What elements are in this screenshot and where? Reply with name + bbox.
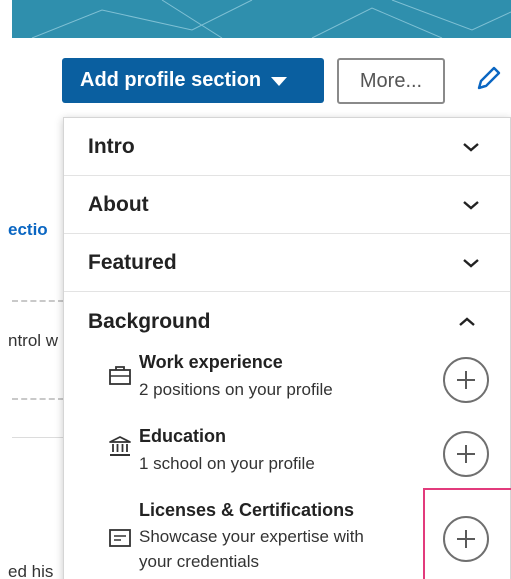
add-profile-section-button[interactable]: Add profile section: [62, 58, 324, 103]
section-link-fragment[interactable]: ectio: [8, 220, 48, 240]
background-item-education: Education 1 school on your profile: [64, 424, 510, 486]
bottom-text-fragment: ed his: [8, 562, 54, 579]
dashed-divider: [12, 300, 64, 302]
item-title: Work experience: [139, 352, 283, 372]
chevron-down-icon: [463, 200, 479, 210]
add-profile-section-label: Add profile section: [80, 69, 262, 91]
background-section-header[interactable]: Background: [88, 310, 211, 334]
banner-pattern: [31, 0, 511, 38]
section-label: About: [88, 192, 149, 216]
briefcase-icon: [109, 366, 131, 385]
divider: [12, 437, 64, 438]
pencil-icon[interactable]: [474, 64, 502, 94]
item-subtitle: 1 school on your profile: [139, 454, 315, 473]
item-title: Education: [139, 426, 227, 446]
dropdown-section-featured[interactable]: Featured: [64, 234, 510, 292]
item-subtitle: 2 positions on your profile: [139, 380, 333, 399]
dashed-divider: [12, 398, 64, 400]
dropdown-section-about[interactable]: About: [64, 176, 510, 234]
profile-banner: [12, 0, 511, 38]
section-label: Featured: [88, 250, 177, 274]
chevron-down-icon: [463, 142, 479, 152]
section-label: Intro: [88, 134, 135, 158]
certificate-icon: [109, 529, 131, 547]
dropdown-section-intro[interactable]: Intro: [64, 118, 510, 176]
item-subtitle: Showcase your expertise with: [139, 527, 364, 546]
item-title: Licenses & Certifications: [139, 500, 355, 520]
chevron-up-icon[interactable]: [458, 316, 476, 328]
background-item-work-experience: Work experience 2 positions on your prof…: [64, 350, 510, 412]
school-icon: [109, 436, 131, 456]
add-education-button[interactable]: [443, 431, 489, 477]
more-button[interactable]: More...: [337, 58, 445, 104]
caret-down-icon: [271, 77, 288, 86]
control-text-fragment: ntrol w: [8, 331, 59, 350]
highlight-box: [423, 488, 511, 579]
item-subtitle: your credentials: [139, 552, 260, 571]
add-work-experience-button[interactable]: [443, 357, 489, 403]
chevron-down-icon: [463, 258, 479, 268]
